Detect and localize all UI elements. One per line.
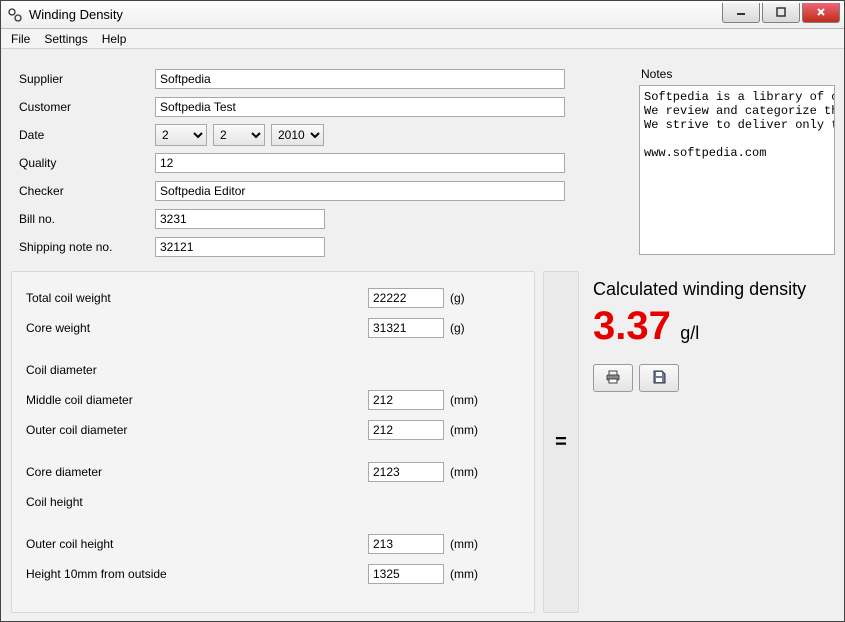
result-value: 3.37 [593,306,671,346]
customer-input[interactable] [155,97,565,117]
shipping-label: Shipping note no. [15,240,155,254]
date-label: Date [15,128,155,142]
notes-textarea[interactable] [639,85,835,255]
core-weight-label: Core weight [26,321,368,335]
date-month-select[interactable]: 2 [213,124,265,146]
supplier-label: Supplier [15,72,155,86]
menu-file[interactable]: File [5,30,36,48]
minimize-button[interactable] [722,3,760,23]
window-title: Winding Density [29,7,123,22]
unit-g: (g) [450,291,465,305]
save-button[interactable] [639,364,679,392]
coil-panel: Total coil weight (g) Core weight (g) Co… [11,271,535,613]
maximize-button[interactable] [762,3,800,23]
total-coil-weight-label: Total coil weight [26,291,368,305]
menu-help[interactable]: Help [96,30,133,48]
outer-diameter-input[interactable] [368,420,444,440]
date-year-select[interactable]: 2010 [271,124,324,146]
result-unit: g/l [680,323,699,343]
customer-label: Customer [15,100,155,114]
unit-g: (g) [450,321,465,335]
result-title: Calculated winding density [593,279,830,300]
core-weight-input[interactable] [368,318,444,338]
coil-diameter-heading: Coil diameter [26,363,368,377]
quality-input[interactable] [155,153,565,173]
bill-input[interactable] [155,209,325,229]
print-icon [605,369,621,388]
result-panel: Calculated winding density 3.37 g/l [587,271,836,613]
checker-input[interactable] [155,181,565,201]
core-diameter-label: Core diameter [26,465,368,479]
height-10mm-label: Height 10mm from outside [26,567,368,581]
height-10mm-input[interactable] [368,564,444,584]
close-button[interactable] [802,3,840,23]
middle-diameter-label: Middle coil diameter [26,393,368,407]
unit-mm: (mm) [450,567,478,581]
app-icon [7,7,23,23]
bill-label: Bill no. [15,212,155,226]
unit-mm: (mm) [450,423,478,437]
outer-height-input[interactable] [368,534,444,554]
titlebar: Winding Density [1,1,844,29]
unit-mm: (mm) [450,537,478,551]
menubar: File Settings Help [1,29,844,49]
total-coil-weight-input[interactable] [368,288,444,308]
shipping-input[interactable] [155,237,325,257]
print-button[interactable] [593,364,633,392]
date-day-select[interactable]: 2 [155,124,207,146]
coil-height-heading: Coil height [26,495,368,509]
save-icon [651,369,667,388]
equals-button[interactable]: = [543,271,579,613]
outer-height-label: Outer coil height [26,537,368,551]
checker-label: Checker [15,184,155,198]
unit-mm: (mm) [450,465,478,479]
supplier-input[interactable] [155,69,565,89]
quality-label: Quality [15,156,155,170]
outer-diameter-label: Outer coil diameter [26,423,368,437]
unit-mm: (mm) [450,393,478,407]
menu-settings[interactable]: Settings [38,30,93,48]
form-panel: Supplier Customer Date 2 2 2010 Quality [11,59,631,263]
content-area: Supplier Customer Date 2 2 2010 Quality [1,49,844,621]
notes-label: Notes [639,67,835,81]
middle-diameter-input[interactable] [368,390,444,410]
notes-panel: Notes [639,59,841,263]
core-diameter-input[interactable] [368,462,444,482]
